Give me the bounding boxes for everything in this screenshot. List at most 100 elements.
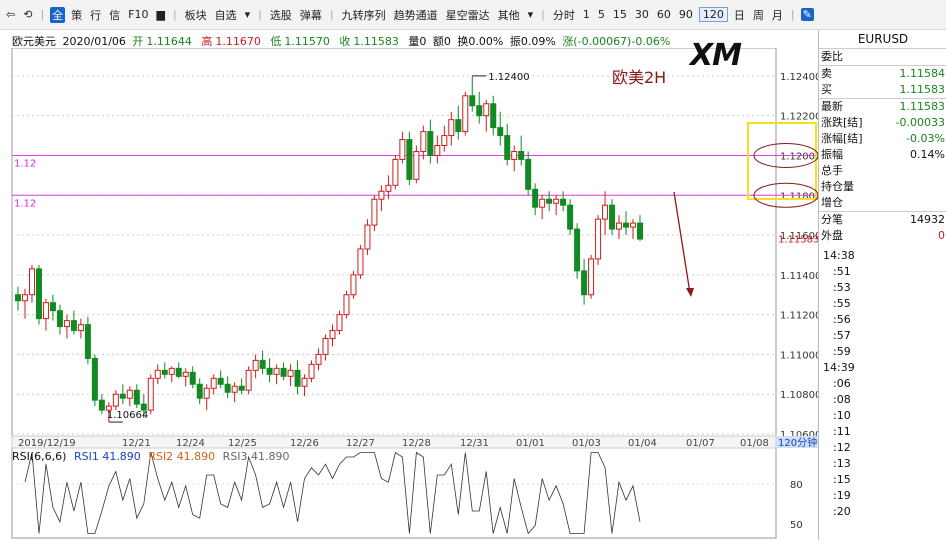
period-week[interactable]: 周 xyxy=(751,7,766,23)
toolbar-item-strategy[interactable]: 策 xyxy=(69,7,84,23)
candle-body xyxy=(308,363,315,379)
y-tick-label: 1.12200 xyxy=(780,112,818,123)
toolbar-item-quote[interactable]: 行 xyxy=(88,7,103,23)
panel-row: 振幅 0.14% xyxy=(819,147,946,163)
x-tick-label: 01/01 xyxy=(516,438,545,449)
period-5[interactable]: 5 xyxy=(596,8,607,21)
candle-body xyxy=(77,324,84,332)
y-tick-label: 1.11400 xyxy=(780,271,818,282)
candle-body xyxy=(63,320,70,328)
toolbar-item-watchlist[interactable]: 自选 xyxy=(213,7,239,23)
period-90[interactable]: 90 xyxy=(677,8,695,21)
panel-row-label: 增仓 xyxy=(821,196,843,209)
tick-time: 14:39 xyxy=(823,361,855,374)
price-frame xyxy=(11,47,777,437)
period-month[interactable]: 月 xyxy=(770,7,785,23)
trend-arrow-head xyxy=(686,288,694,297)
candle-body xyxy=(301,377,308,387)
period-15[interactable]: 15 xyxy=(611,8,629,21)
candle-body xyxy=(322,338,329,355)
tick-time: :15 xyxy=(833,473,851,486)
candle-body xyxy=(119,393,126,399)
panel-row-label: 振幅 xyxy=(821,148,843,161)
toolbar-item-all[interactable]: 全 xyxy=(50,6,66,23)
candle-body xyxy=(294,369,301,387)
toolbar: ⇦ ⟲ | 全 策 行 信 F10 ▆ | 板块 自选 ▾ | 选股 弹幕 | … xyxy=(0,0,946,30)
panel-row-value: -0.00033 xyxy=(895,116,945,129)
window-icon[interactable]: ▆ xyxy=(154,8,166,21)
candle-body xyxy=(546,198,553,204)
toolbar-item-danmaku[interactable]: 弹幕 xyxy=(298,7,324,23)
candle-body xyxy=(217,377,224,385)
chart-area[interactable]: 1.12400 1.12200 1.12000 1.11800 1.11600 1.114… xyxy=(0,47,821,540)
candle-body xyxy=(371,198,378,226)
refresh-icon[interactable]: ⟲ xyxy=(21,8,34,21)
candlestick-chart[interactable]: 1.124001.122001.120001.118001.116001.114… xyxy=(0,47,821,540)
candle-body xyxy=(133,389,140,405)
toolbar-item-td-sequence[interactable]: 九转序列 xyxy=(340,7,388,23)
toolbar-item-other[interactable]: 其他 xyxy=(496,7,522,23)
tick-time: :55 xyxy=(833,297,851,310)
candle-body xyxy=(588,258,595,296)
candle-body xyxy=(224,383,231,393)
candle-body xyxy=(287,369,294,377)
panel-row-label: 外盘 xyxy=(821,229,843,242)
candle-body xyxy=(15,294,21,302)
candle-body xyxy=(427,131,434,156)
candle-body xyxy=(238,385,245,391)
candle-body xyxy=(406,139,413,180)
period-day[interactable]: 日 xyxy=(732,7,747,23)
toolbar-item-info[interactable]: 信 xyxy=(107,7,122,23)
candle-body xyxy=(126,389,133,399)
toolbar-item-sector[interactable]: 板块 xyxy=(183,7,209,23)
panel-row-label: 分笔 xyxy=(821,213,843,226)
tick-time: :06 xyxy=(833,377,851,390)
dropdown-icon[interactable]: ▾ xyxy=(243,8,253,21)
period-60[interactable]: 60 xyxy=(655,8,673,21)
y-tick-label: 1.11800 xyxy=(780,191,818,202)
panel-rows: 委比卖 1.11584 买 1.11583 最新 1.11583 涨跌[结] -0.00033… xyxy=(819,49,946,244)
panel-row-value: -0.03% xyxy=(906,132,945,145)
panel-title: EURUSD xyxy=(819,30,946,49)
panel-row-label: 卖 xyxy=(821,67,832,80)
candle-body xyxy=(21,294,28,302)
candle-body xyxy=(231,385,238,393)
candle-body xyxy=(595,218,602,260)
quote-panel: EURUSD 委比卖 1.11584 买 1.11583 最新 1.11583 涨跌[结] -… xyxy=(818,30,946,540)
panel-row-value: 1.11583 xyxy=(899,100,946,113)
panel-row-label: 委比 xyxy=(821,50,843,63)
toolbar-item-screener[interactable]: 选股 xyxy=(268,7,294,23)
panel-row: 涨跌[结] -0.00033 xyxy=(819,115,946,131)
back-icon[interactable]: ⇦ xyxy=(4,8,17,21)
draw-tool-icon[interactable]: ✎ xyxy=(800,8,814,21)
candle-body xyxy=(315,353,322,365)
candle-body xyxy=(175,367,182,377)
toolbar-item-f10[interactable]: F10 xyxy=(126,8,150,21)
toolbar-item-radar[interactable]: 星空雷达 xyxy=(444,7,492,23)
rsi-tick-label: 50 xyxy=(790,520,803,531)
period-1[interactable]: 1 xyxy=(581,8,592,21)
candle-body xyxy=(532,188,539,208)
candle-body xyxy=(168,367,175,375)
candle-body xyxy=(476,105,483,117)
quote-date: 2020/01/06 xyxy=(62,35,126,48)
tick-time-list[interactable]: 14:38:51:53:55:56:57:59 14:39:06:08:10:11… xyxy=(819,248,946,520)
period-120[interactable]: 120 xyxy=(698,7,728,22)
period-30[interactable]: 30 xyxy=(633,8,651,21)
candle-body xyxy=(469,95,476,107)
panel-row: 增仓 xyxy=(819,195,946,211)
instrument-name: 欧元美元 xyxy=(12,35,56,48)
toolbar-item-trend-channel[interactable]: 趋势通道 xyxy=(392,7,440,23)
x-tick-label: 12/24 xyxy=(176,438,205,449)
candle-body xyxy=(154,369,161,379)
rsi-title: RSI(6,6,6) xyxy=(12,450,67,463)
candle-body xyxy=(392,158,399,186)
candle-body xyxy=(350,274,357,296)
x-tick-label: 01/08 xyxy=(740,438,769,449)
dropdown-icon[interactable]: ▾ xyxy=(526,8,536,21)
volume-value: 量0 xyxy=(408,35,427,48)
period-timeshare[interactable]: 分时 xyxy=(551,7,577,23)
candle-body xyxy=(259,359,266,369)
candle-body xyxy=(462,95,469,133)
candle-body xyxy=(385,184,392,192)
